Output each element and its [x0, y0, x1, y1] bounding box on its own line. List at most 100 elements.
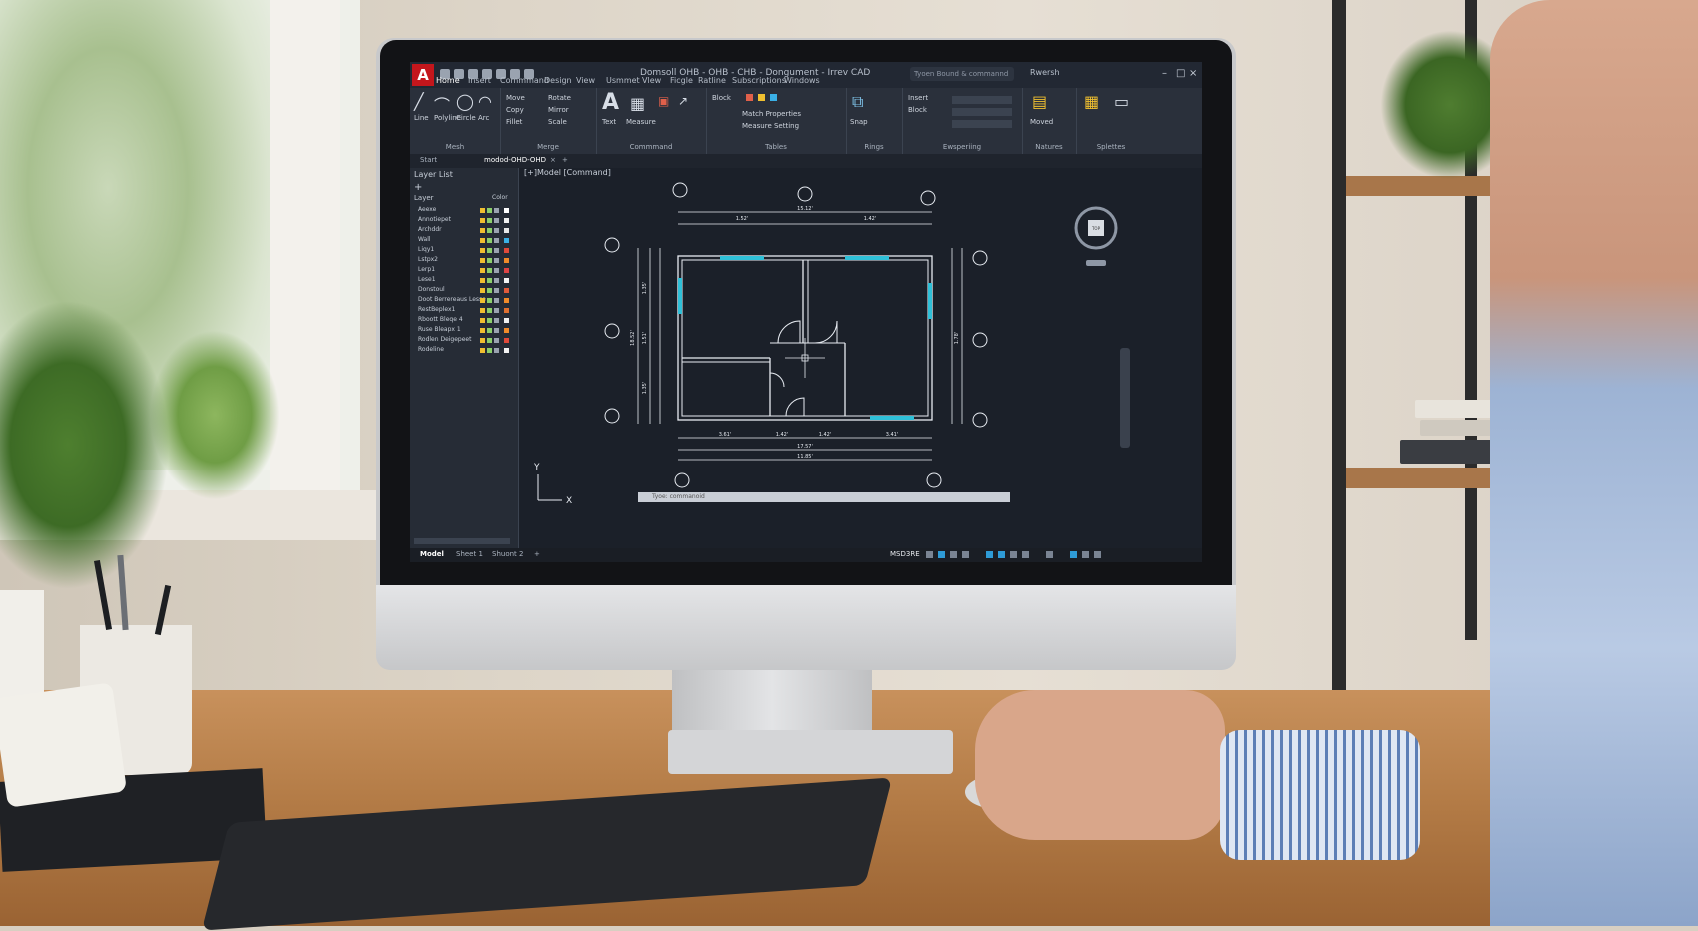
rotate-tool[interactable]: Rotate	[548, 94, 571, 102]
layer-freeze-icon[interactable]	[758, 94, 765, 101]
layer-color-swatch[interactable]	[504, 278, 509, 283]
ribbon-tab-home[interactable]: Home	[436, 76, 460, 85]
ribbon-tab-ratline[interactable]: Ratline	[698, 76, 726, 85]
layer-freeze-icon[interactable]	[487, 338, 492, 343]
layer-color-swatch[interactable]	[504, 258, 509, 263]
scale-tool[interactable]: Scale	[548, 118, 567, 126]
lineweight-icon[interactable]	[1010, 551, 1017, 558]
ribbon-tab-windows[interactable]: Windows	[784, 76, 820, 85]
match-properties-tool[interactable]: Match Properties	[742, 110, 801, 118]
circle-icon[interactable]: ◯	[456, 92, 474, 111]
vertical-scrollbar[interactable]	[1120, 348, 1130, 448]
layer-color-swatch[interactable]	[504, 338, 509, 343]
layer-color-swatch[interactable]	[504, 248, 509, 253]
layer-freeze-icon[interactable]	[487, 348, 492, 353]
ribbon-tab-insert[interactable]: Insert	[468, 76, 491, 85]
model-space-indicator[interactable]: MSD3RE	[890, 550, 920, 558]
layer-column-header[interactable]: Layer	[414, 194, 434, 202]
layer-row[interactable]: Liqy1	[418, 246, 514, 256]
close-tab-icon[interactable]: ×	[550, 156, 556, 164]
osnap-icon[interactable]	[986, 551, 993, 558]
layer-visibility-icon[interactable]	[480, 218, 485, 223]
ribbon-tab-usmmet[interactable]: Usmmet	[606, 76, 640, 85]
add-layout-icon[interactable]: +	[534, 550, 540, 558]
layer-freeze-icon[interactable]	[487, 218, 492, 223]
layer-lock-icon[interactable]	[494, 228, 499, 233]
layer-color-icon[interactable]	[746, 94, 753, 101]
layer-freeze-icon[interactable]	[487, 298, 492, 303]
layer-row[interactable]: RestBeplex1	[418, 306, 514, 316]
fillet-tool[interactable]: Fillet	[506, 118, 522, 126]
ribbon-tab-subscriptions[interactable]: Subscriptions	[732, 76, 786, 85]
layer-lock-icon[interactable]	[494, 298, 499, 303]
annotation-scale-icon[interactable]	[1022, 551, 1029, 558]
command-line-input[interactable]: Tyoe: commanoid	[638, 492, 1010, 502]
layer-freeze-icon[interactable]	[487, 278, 492, 283]
arc-icon[interactable]: ◠	[478, 92, 492, 111]
properties-panel-label[interactable]: Ewsperiing	[902, 143, 1022, 151]
layer-visibility-icon[interactable]	[480, 258, 485, 263]
ribbon-tab-view[interactable]: View	[576, 76, 595, 85]
layer-visibility-icon[interactable]	[480, 228, 485, 233]
ribbon-tab-vlew[interactable]: Vlew	[642, 76, 661, 85]
layer-freeze-icon[interactable]	[487, 238, 492, 243]
color-dropdown[interactable]	[952, 96, 1012, 104]
layer-visibility-icon[interactable]	[480, 278, 485, 283]
layer-color-swatch[interactable]	[504, 318, 509, 323]
ribbon-tab-design[interactable]: Design	[544, 76, 572, 85]
layer-row[interactable]: Doot Berrereaus Lesse	[418, 296, 514, 306]
layers-panel-label[interactable]: Tables	[706, 143, 846, 151]
sheet-1-tab[interactable]: Sheet 1	[456, 550, 483, 558]
layer-color-swatch[interactable]	[504, 218, 509, 223]
insert-tool[interactable]: Insert	[908, 94, 928, 102]
ribbon-tab-ficgle[interactable]: Ficgle	[670, 76, 693, 85]
moved-tool[interactable]: Moved	[1030, 118, 1053, 126]
layer-lock-icon[interactable]	[494, 218, 499, 223]
add-layer-icon[interactable]: +	[414, 182, 422, 193]
draw-panel-label[interactable]: Mesh	[410, 143, 500, 151]
move-tool[interactable]: Move	[506, 94, 525, 102]
paste-icon[interactable]: ▦	[1084, 92, 1099, 111]
lineweight-dropdown[interactable]	[952, 120, 1012, 128]
layer-lock-icon[interactable]	[494, 208, 499, 213]
line-icon[interactable]: ╱	[414, 92, 424, 111]
layer-color-swatch[interactable]	[504, 308, 509, 313]
layer-visibility-icon[interactable]	[480, 288, 485, 293]
layer-freeze-icon[interactable]	[487, 208, 492, 213]
layer-visibility-icon[interactable]	[480, 298, 485, 303]
customization-icon[interactable]	[1094, 551, 1101, 558]
polyline-icon[interactable]: ⌒	[434, 92, 450, 116]
layer-row[interactable]: Ruse Bleapx 1	[418, 326, 514, 336]
copy-tool[interactable]: Copy	[506, 106, 524, 114]
block-tool[interactable]: Block	[712, 94, 731, 102]
maximize-icon[interactable]: □	[1176, 68, 1185, 79]
layer-row[interactable]: Rodeline	[418, 346, 514, 356]
layer-lock-icon[interactable]	[494, 288, 499, 293]
new-tab-icon[interactable]: +	[562, 156, 568, 164]
layer-row[interactable]: Annotiepet	[418, 216, 514, 226]
minimize-icon[interactable]: –	[1162, 68, 1167, 79]
layer-row[interactable]: Donstoul	[418, 286, 514, 296]
layer-freeze-icon[interactable]	[487, 258, 492, 263]
modify-panel-label[interactable]: Merge	[500, 143, 596, 151]
layer-visibility-icon[interactable]	[480, 318, 485, 323]
layer-row[interactable]: Lerp1	[418, 266, 514, 276]
layer-row[interactable]: Rodlen Deigepeet	[418, 336, 514, 346]
layer-visibility-icon[interactable]	[480, 238, 485, 243]
layer-row[interactable]: Rboott Bleqe 4	[418, 316, 514, 326]
layer-lock-icon[interactable]	[494, 248, 499, 253]
layer-visibility-icon[interactable]	[480, 348, 485, 353]
otrack-icon[interactable]	[998, 551, 1005, 558]
layer-lock-icon[interactable]	[494, 278, 499, 283]
layer-freeze-icon[interactable]	[487, 288, 492, 293]
layer-lock-icon[interactable]	[494, 258, 499, 263]
layer-color-swatch[interactable]	[504, 238, 509, 243]
text-icon[interactable]: A	[602, 90, 619, 115]
layer-row[interactable]: Lese1	[418, 276, 514, 286]
grid-icon[interactable]	[926, 551, 933, 558]
clipboard-panel-label[interactable]: Splettes	[1076, 143, 1146, 151]
utilities-panel-label[interactable]: Natures	[1022, 143, 1076, 151]
block-editor-tool[interactable]: Block	[908, 106, 927, 114]
leader-icon[interactable]: ↗	[678, 94, 688, 108]
isolate-objects-icon[interactable]	[1070, 551, 1077, 558]
